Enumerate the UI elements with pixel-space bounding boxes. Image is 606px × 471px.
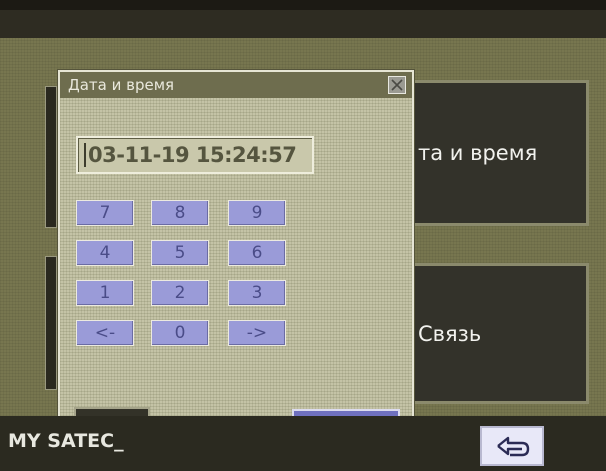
dialog-title: Дата и время [68,76,175,94]
datetime-tile-label: та и время [418,141,538,165]
left-bar-upper [45,86,57,228]
key-3[interactable]: 3 [228,280,286,306]
key-9[interactable]: 9 [228,200,286,226]
back-arrow-icon [497,436,530,457]
key-1[interactable]: 1 [76,280,134,306]
key-8[interactable]: 8 [151,200,209,226]
status-bar: MY SATEC_ [0,416,606,471]
device-screen: та и время Связь Дата и время 0 3-11-19 1… [0,10,606,471]
datetime-first-digit: 0 [88,143,103,167]
text-cursor [84,143,86,167]
back-button[interactable] [480,426,544,466]
key-backspace[interactable]: <- [76,320,134,346]
close-glyph [391,79,403,91]
dialog-title-bar: Дата и время [60,72,412,98]
left-bar-lower [45,256,57,390]
communication-menu-tile[interactable]: Связь [395,263,589,404]
datetime-input[interactable]: 0 3-11-19 15:24:57 [76,136,314,174]
key-7[interactable]: 7 [76,200,134,226]
key-forward[interactable]: -> [228,320,286,346]
datetime-dialog: Дата и время 0 3-11-19 15:24:57 7 8 9 4 5… [58,70,414,443]
datetime-value: 3-11-19 15:24:57 [102,143,297,167]
screen-top-band [0,10,606,38]
key-2[interactable]: 2 [151,280,209,306]
key-4[interactable]: 4 [76,240,134,266]
key-5[interactable]: 5 [151,240,209,266]
lcd-content-area: та и время Связь Дата и время 0 3-11-19 1… [0,38,606,443]
key-0[interactable]: 0 [151,320,209,346]
brand-label: MY SATEC_ [8,430,124,452]
close-icon[interactable] [388,76,406,94]
datetime-menu-tile[interactable]: та и время [395,80,589,226]
key-6[interactable]: 6 [228,240,286,266]
